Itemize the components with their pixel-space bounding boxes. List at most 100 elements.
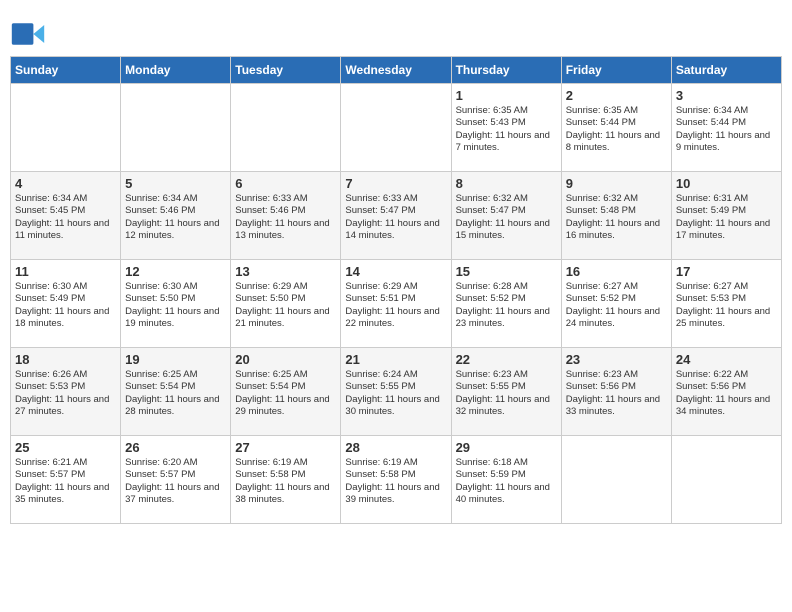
day-number: 20 bbox=[235, 352, 336, 367]
calendar-cell: 16 Sunrise: 6:27 AM Sunset: 5:52 PM Dayli… bbox=[561, 260, 671, 348]
cell-content: Sunrise: 6:30 AM Sunset: 5:49 PM Dayligh… bbox=[15, 281, 116, 330]
calendar-cell: 3 Sunrise: 6:34 AM Sunset: 5:44 PM Daylig… bbox=[671, 84, 781, 172]
day-number: 26 bbox=[125, 440, 226, 455]
cell-content: Sunrise: 6:34 AM Sunset: 5:44 PM Dayligh… bbox=[676, 105, 777, 154]
cell-content: Sunrise: 6:35 AM Sunset: 5:43 PM Dayligh… bbox=[456, 105, 557, 154]
calendar-week-2: 4 Sunrise: 6:34 AM Sunset: 5:45 PM Daylig… bbox=[11, 172, 782, 260]
calendar-cell: 20 Sunrise: 6:25 AM Sunset: 5:54 PM Dayli… bbox=[231, 348, 341, 436]
logo bbox=[10, 16, 50, 52]
cell-content: Sunrise: 6:18 AM Sunset: 5:59 PM Dayligh… bbox=[456, 457, 557, 506]
cell-content: Sunrise: 6:22 AM Sunset: 5:56 PM Dayligh… bbox=[676, 369, 777, 418]
calendar-week-1: 1 Sunrise: 6:35 AM Sunset: 5:43 PM Daylig… bbox=[11, 84, 782, 172]
day-number: 9 bbox=[566, 176, 667, 191]
calendar-cell: 9 Sunrise: 6:32 AM Sunset: 5:48 PM Daylig… bbox=[561, 172, 671, 260]
cell-content: Sunrise: 6:27 AM Sunset: 5:52 PM Dayligh… bbox=[566, 281, 667, 330]
day-number: 10 bbox=[676, 176, 777, 191]
calendar-cell bbox=[121, 84, 231, 172]
cell-content: Sunrise: 6:23 AM Sunset: 5:55 PM Dayligh… bbox=[456, 369, 557, 418]
page-header bbox=[10, 10, 782, 52]
day-header-wednesday: Wednesday bbox=[341, 57, 451, 84]
cell-content: Sunrise: 6:32 AM Sunset: 5:47 PM Dayligh… bbox=[456, 193, 557, 242]
logo-icon bbox=[10, 16, 46, 52]
calendar-cell bbox=[231, 84, 341, 172]
cell-content: Sunrise: 6:21 AM Sunset: 5:57 PM Dayligh… bbox=[15, 457, 116, 506]
cell-content: Sunrise: 6:19 AM Sunset: 5:58 PM Dayligh… bbox=[235, 457, 336, 506]
day-header-thursday: Thursday bbox=[451, 57, 561, 84]
day-number: 28 bbox=[345, 440, 446, 455]
calendar-cell: 15 Sunrise: 6:28 AM Sunset: 5:52 PM Dayli… bbox=[451, 260, 561, 348]
cell-content: Sunrise: 6:32 AM Sunset: 5:48 PM Dayligh… bbox=[566, 193, 667, 242]
cell-content: Sunrise: 6:28 AM Sunset: 5:52 PM Dayligh… bbox=[456, 281, 557, 330]
calendar-table: SundayMondayTuesdayWednesdayThursdayFrid… bbox=[10, 56, 782, 524]
day-number: 6 bbox=[235, 176, 336, 191]
day-number: 2 bbox=[566, 88, 667, 103]
calendar-cell: 25 Sunrise: 6:21 AM Sunset: 5:57 PM Dayli… bbox=[11, 436, 121, 524]
day-number: 12 bbox=[125, 264, 226, 279]
day-number: 3 bbox=[676, 88, 777, 103]
cell-content: Sunrise: 6:31 AM Sunset: 5:49 PM Dayligh… bbox=[676, 193, 777, 242]
day-number: 14 bbox=[345, 264, 446, 279]
day-number: 15 bbox=[456, 264, 557, 279]
cell-content: Sunrise: 6:33 AM Sunset: 5:46 PM Dayligh… bbox=[235, 193, 336, 242]
calendar-cell: 12 Sunrise: 6:30 AM Sunset: 5:50 PM Dayli… bbox=[121, 260, 231, 348]
cell-content: Sunrise: 6:34 AM Sunset: 5:45 PM Dayligh… bbox=[15, 193, 116, 242]
day-number: 8 bbox=[456, 176, 557, 191]
calendar-header: SundayMondayTuesdayWednesdayThursdayFrid… bbox=[11, 57, 782, 84]
day-number: 13 bbox=[235, 264, 336, 279]
calendar-cell bbox=[341, 84, 451, 172]
calendar-cell: 7 Sunrise: 6:33 AM Sunset: 5:47 PM Daylig… bbox=[341, 172, 451, 260]
calendar-cell: 19 Sunrise: 6:25 AM Sunset: 5:54 PM Dayli… bbox=[121, 348, 231, 436]
day-header-monday: Monday bbox=[121, 57, 231, 84]
day-number: 19 bbox=[125, 352, 226, 367]
calendar-cell: 21 Sunrise: 6:24 AM Sunset: 5:55 PM Dayli… bbox=[341, 348, 451, 436]
day-number: 22 bbox=[456, 352, 557, 367]
calendar-cell: 10 Sunrise: 6:31 AM Sunset: 5:49 PM Dayli… bbox=[671, 172, 781, 260]
day-number: 11 bbox=[15, 264, 116, 279]
day-number: 21 bbox=[345, 352, 446, 367]
calendar-cell: 23 Sunrise: 6:23 AM Sunset: 5:56 PM Dayli… bbox=[561, 348, 671, 436]
day-header-saturday: Saturday bbox=[671, 57, 781, 84]
day-header-friday: Friday bbox=[561, 57, 671, 84]
cell-content: Sunrise: 6:29 AM Sunset: 5:51 PM Dayligh… bbox=[345, 281, 446, 330]
calendar-cell: 18 Sunrise: 6:26 AM Sunset: 5:53 PM Dayli… bbox=[11, 348, 121, 436]
cell-content: Sunrise: 6:24 AM Sunset: 5:55 PM Dayligh… bbox=[345, 369, 446, 418]
day-number: 25 bbox=[15, 440, 116, 455]
calendar-cell: 5Sunrise: 6:34 AM Sunset: 5:46 PM Daylig… bbox=[121, 172, 231, 260]
calendar-cell: 28Sunrise: 6:19 AM Sunset: 5:58 PM Dayli… bbox=[341, 436, 451, 524]
calendar-cell: 2Sunrise: 6:35 AM Sunset: 5:44 PM Daylig… bbox=[561, 84, 671, 172]
day-number: 17 bbox=[676, 264, 777, 279]
cell-content: Sunrise: 6:27 AM Sunset: 5:53 PM Dayligh… bbox=[676, 281, 777, 330]
day-number: 7 bbox=[345, 176, 446, 191]
day-number: 29 bbox=[456, 440, 557, 455]
day-number: 18 bbox=[15, 352, 116, 367]
calendar-cell: 24Sunrise: 6:22 AM Sunset: 5:56 PM Dayli… bbox=[671, 348, 781, 436]
calendar-cell: 14 Sunrise: 6:29 AM Sunset: 5:51 PM Dayli… bbox=[341, 260, 451, 348]
day-number: 4 bbox=[15, 176, 116, 191]
cell-content: Sunrise: 6:25 AM Sunset: 5:54 PM Dayligh… bbox=[125, 369, 226, 418]
calendar-cell: 8 Sunrise: 6:32 AM Sunset: 5:47 PM Daylig… bbox=[451, 172, 561, 260]
calendar-cell: 22 Sunrise: 6:23 AM Sunset: 5:55 PM Dayli… bbox=[451, 348, 561, 436]
calendar-cell: 11 Sunrise: 6:30 AM Sunset: 5:49 PM Dayli… bbox=[11, 260, 121, 348]
calendar-cell bbox=[561, 436, 671, 524]
calendar-cell: 4 Sunrise: 6:34 AM Sunset: 5:45 PM Daylig… bbox=[11, 172, 121, 260]
cell-content: Sunrise: 6:29 AM Sunset: 5:50 PM Dayligh… bbox=[235, 281, 336, 330]
cell-content: Sunrise: 6:30 AM Sunset: 5:50 PM Dayligh… bbox=[125, 281, 226, 330]
calendar-cell bbox=[11, 84, 121, 172]
day-number: 27 bbox=[235, 440, 336, 455]
calendar-cell bbox=[671, 436, 781, 524]
day-number: 16 bbox=[566, 264, 667, 279]
calendar-week-5: 25 Sunrise: 6:21 AM Sunset: 5:57 PM Dayli… bbox=[11, 436, 782, 524]
cell-content: Sunrise: 6:25 AM Sunset: 5:54 PM Dayligh… bbox=[235, 369, 336, 418]
day-number: 23 bbox=[566, 352, 667, 367]
cell-content: Sunrise: 6:26 AM Sunset: 5:53 PM Dayligh… bbox=[15, 369, 116, 418]
cell-content: Sunrise: 6:33 AM Sunset: 5:47 PM Dayligh… bbox=[345, 193, 446, 242]
day-number: 1 bbox=[456, 88, 557, 103]
cell-content: Sunrise: 6:23 AM Sunset: 5:56 PM Dayligh… bbox=[566, 369, 667, 418]
calendar-cell: 29 Sunrise: 6:18 AM Sunset: 5:59 PM Dayli… bbox=[451, 436, 561, 524]
day-header-tuesday: Tuesday bbox=[231, 57, 341, 84]
calendar-cell: 27 Sunrise: 6:19 AM Sunset: 5:58 PM Dayli… bbox=[231, 436, 341, 524]
calendar-week-4: 18 Sunrise: 6:26 AM Sunset: 5:53 PM Dayli… bbox=[11, 348, 782, 436]
calendar-cell: 13 Sunrise: 6:29 AM Sunset: 5:50 PM Dayli… bbox=[231, 260, 341, 348]
day-header-sunday: Sunday bbox=[11, 57, 121, 84]
cell-content: Sunrise: 6:20 AM Sunset: 5:57 PM Dayligh… bbox=[125, 457, 226, 506]
